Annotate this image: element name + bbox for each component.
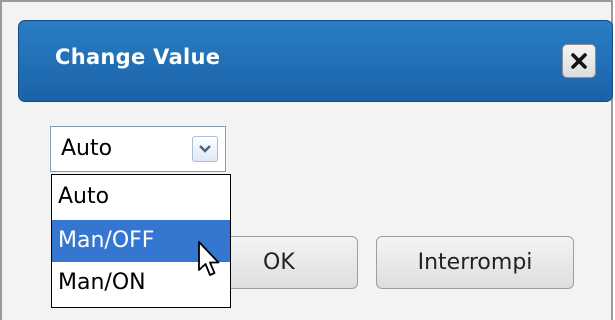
option-auto[interactable]: Auto <box>52 176 230 218</box>
select-current-value: Auto <box>61 136 113 161</box>
cancel-button[interactable]: Interrompi <box>376 236 574 289</box>
dialog-titlebar: Change Value <box>18 20 613 102</box>
mouse-pointer-icon <box>198 241 220 276</box>
change-value-dialog: Change Value Auto OK Interrompi Auto Man… <box>0 0 613 320</box>
value-select[interactable]: Auto <box>50 126 226 172</box>
chevron-down-icon <box>199 145 211 153</box>
close-x-icon <box>571 53 587 69</box>
close-button[interactable] <box>562 44 596 78</box>
ok-button[interactable]: OK <box>212 236 358 289</box>
select-dropdown-button[interactable] <box>192 136 218 162</box>
dialog-title: Change Value <box>55 45 221 69</box>
